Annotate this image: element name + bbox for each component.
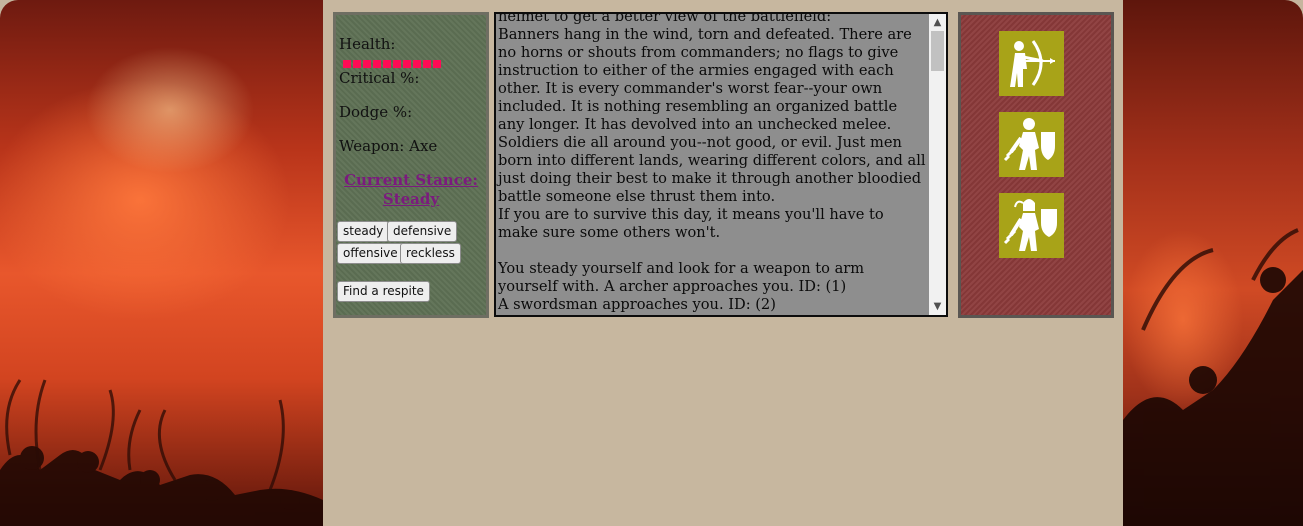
health-pip — [413, 60, 421, 68]
stance-reckless-button[interactable]: reckless — [400, 243, 461, 264]
health-pip — [433, 60, 441, 68]
log-scrollbar[interactable]: ▲ ▼ — [929, 14, 946, 315]
health-label: Health: — [339, 35, 396, 53]
battle-background-right — [1123, 0, 1303, 526]
find-respite-button[interactable]: Find a respite — [337, 281, 430, 302]
stance-steady-button[interactable]: steady — [337, 221, 390, 242]
health-pip — [403, 60, 411, 68]
health-pip — [353, 60, 361, 68]
battle-background-left — [0, 0, 323, 526]
stance-defensive-button[interactable]: defensive — [387, 221, 458, 242]
current-stance-link[interactable]: Current Stance: Steady — [336, 171, 486, 209]
log-line: You steady yourself and look for a weapo… — [498, 260, 869, 295]
log-line: A swordsman approaches you. ID: (2) — [498, 296, 776, 313]
scroll-thumb[interactable] — [931, 31, 944, 71]
critical-label: Critical %: — [339, 69, 420, 87]
stance-offensive-button[interactable]: offensive — [337, 243, 404, 264]
weapon-label: Weapon: Axe — [339, 137, 438, 155]
sergeant-icon[interactable] — [999, 193, 1064, 258]
log-line: helmet to get a better view of the battl… — [498, 12, 832, 25]
stance-heading: Current Stance: — [344, 171, 478, 189]
story-log-text: helmet to get a better view of the battl… — [498, 12, 931, 315]
health-pip — [383, 60, 391, 68]
health-pip — [343, 60, 351, 68]
health-pip — [423, 60, 431, 68]
scroll-down-icon[interactable]: ▼ — [929, 298, 946, 315]
health-pip — [393, 60, 401, 68]
player-status-panel: Health: Critical %: Dodge %: Weapon: Axe… — [333, 12, 489, 318]
log-line: If you are to survive this day, it means… — [498, 206, 889, 241]
swordsman-icon[interactable] — [999, 112, 1064, 177]
story-log[interactable]: helmet to get a better view of the battl… — [494, 12, 948, 317]
scroll-up-icon[interactable]: ▲ — [929, 14, 946, 31]
enemy-panel — [958, 12, 1114, 318]
health-row: Health: — [339, 35, 486, 72]
log-line: Soldiers die all around you--not good, o… — [498, 134, 931, 205]
health-pip — [363, 60, 371, 68]
stance-value: Steady — [382, 190, 440, 208]
log-line: A sergeant approaches you. ID: (3) — [498, 314, 928, 315]
health-pip — [373, 60, 381, 68]
log-line: Banners hang in the wind, torn and defea… — [498, 26, 917, 133]
archer-icon[interactable] — [999, 31, 1064, 96]
dodge-label: Dodge %: — [339, 103, 413, 121]
